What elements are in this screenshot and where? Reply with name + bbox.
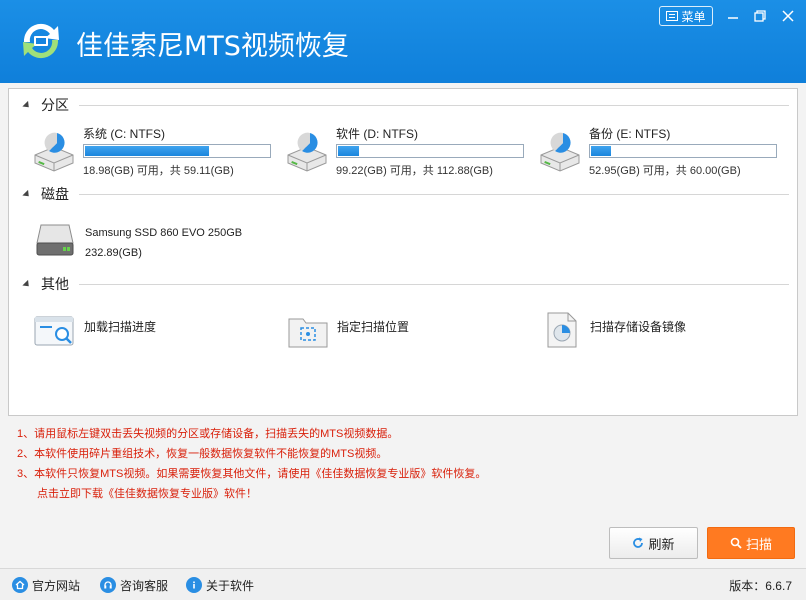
disks-section-header[interactable]: 磁盘 (22, 184, 789, 204)
disk-image-icon (547, 312, 577, 348)
hard-disk-icon (36, 224, 74, 256)
folder-target-icon (288, 318, 328, 348)
partition-capacity: 99.22(GB) 可用，共 112.88(GB) (336, 165, 493, 177)
about-software-label: 关于软件 (206, 578, 255, 593)
menu-label: 菜单 (681, 9, 706, 24)
scan-device-image-label: 扫描存储设备镜像 (590, 320, 687, 334)
home-icon (12, 577, 28, 593)
section-divider (79, 283, 789, 285)
disk-samsung-ssd[interactable]: Samsung SSD 860 EVO 250GB 232.89(GB) (35, 219, 275, 263)
app-logo-icon (23, 23, 59, 59)
about-software-link[interactable]: 关于软件 (186, 576, 254, 594)
drive-pie-icon (34, 132, 74, 172)
load-scan-progress-label: 加载扫描进度 (84, 320, 157, 334)
partition-usage-bar (83, 144, 271, 158)
partition-e[interactable]: 备份 (E: NTFS) 52.95(GB) 可用，共 60.00(GB) (537, 125, 787, 177)
partition-usage-fill (85, 146, 210, 156)
minimize-button[interactable] (723, 6, 743, 26)
status-bar: 官方网站 咨询客服 关于软件 版本：6.6.7 (0, 568, 806, 600)
disk-name: Samsung SSD 860 EVO 250GB (85, 227, 243, 239)
partition-c[interactable]: 系统 (C: NTFS) 18.98(GB) 可用，共 59.11(GB) (31, 125, 281, 177)
scan-button[interactable]: 扫描 (707, 527, 795, 559)
partition-usage-fill (338, 146, 359, 156)
note-line-2: 2、本软件使用碎片重组技术，恢复一般数据恢复软件不能恢复的MTS视频。 (17, 448, 388, 460)
collapse-triangle-icon[interactable] (22, 279, 32, 289)
drive-pie-icon (287, 132, 327, 172)
app-title: 佳佳索尼MTS视频恢复 (76, 31, 349, 62)
menu-button[interactable]: 菜单 (659, 6, 713, 26)
load-scan-progress-item[interactable]: 加载扫描进度 (34, 311, 234, 351)
partition-usage-fill (591, 146, 611, 156)
collapse-triangle-icon[interactable] (22, 100, 32, 110)
search-icon (730, 537, 742, 549)
official-website-link[interactable]: 官方网站 (12, 576, 80, 594)
minimize-icon (728, 17, 738, 19)
load-progress-icon (34, 316, 74, 346)
partitions-section-title: 分区 (41, 97, 69, 113)
partitions-section-header[interactable]: 分区 (22, 95, 789, 115)
partition-name: 软件 (D: NTFS) (336, 127, 418, 141)
section-divider (79, 193, 789, 195)
refresh-button[interactable]: 刷新 (609, 527, 698, 559)
close-icon (782, 10, 794, 22)
note-line-3: 3、本软件只恢复MTS视频。如果需要恢复其他文件，请使用《佳佳数据恢复专业版》软… (17, 468, 487, 480)
partition-d[interactable]: 软件 (D: NTFS) 99.22(GB) 可用，共 112.88(GB) (284, 125, 534, 177)
menu-icon (666, 11, 679, 21)
partition-usage-bar (589, 144, 777, 158)
partition-name: 备份 (E: NTFS) (589, 127, 671, 141)
version-label: 版本：6.6.7 (729, 579, 792, 593)
scan-device-image-item[interactable]: 扫描存储设备镜像 (540, 311, 760, 351)
specify-scan-location-label: 指定扫描位置 (337, 320, 410, 334)
refresh-label: 刷新 (648, 536, 675, 552)
partition-capacity: 18.98(GB) 可用，共 59.11(GB) (83, 165, 234, 177)
partition-capacity: 52.95(GB) 可用，共 60.00(GB) (589, 165, 741, 177)
instructions-notes: 1、请用鼠标左键双击丢失视频的分区或存储设备，扫描丢失的MTS视频数据。 2、本… (17, 424, 486, 504)
drive-pie-icon (540, 132, 580, 172)
maximize-icon (754, 10, 766, 22)
customer-service-link[interactable]: 咨询客服 (100, 576, 168, 594)
headset-icon (100, 577, 116, 593)
section-divider (79, 104, 789, 106)
collapse-triangle-icon[interactable] (22, 189, 32, 199)
disk-size: 232.89(GB) (85, 247, 142, 259)
partition-name: 系统 (C: NTFS) (83, 127, 165, 141)
maximize-button[interactable] (750, 6, 770, 26)
download-link[interactable]: 点击立即下载《佳佳数据恢复专业版》软件！ (17, 484, 486, 504)
info-icon (186, 577, 202, 593)
disks-section-title: 磁盘 (41, 186, 69, 202)
scan-label: 扫描 (745, 536, 772, 552)
specify-scan-location-item[interactable]: 指定扫描位置 (287, 311, 487, 351)
partition-usage-bar (336, 144, 524, 158)
other-section-header[interactable]: 其他 (22, 274, 789, 294)
customer-service-label: 咨询客服 (120, 578, 169, 593)
title-bar: 佳佳索尼MTS视频恢复 菜单 (0, 0, 806, 83)
close-button[interactable] (778, 6, 798, 26)
official-website-label: 官方网站 (32, 578, 81, 593)
device-panel: 分区 系统 (C: NTFS) 18.98(GB) 可用，共 59.11(GB)… (8, 88, 798, 416)
refresh-icon (633, 537, 644, 548)
note-line-1: 1、请用鼠标左键双击丢失视频的分区或存储设备，扫描丢失的MTS视频数据。 (17, 428, 399, 440)
other-section-title: 其他 (41, 276, 69, 292)
